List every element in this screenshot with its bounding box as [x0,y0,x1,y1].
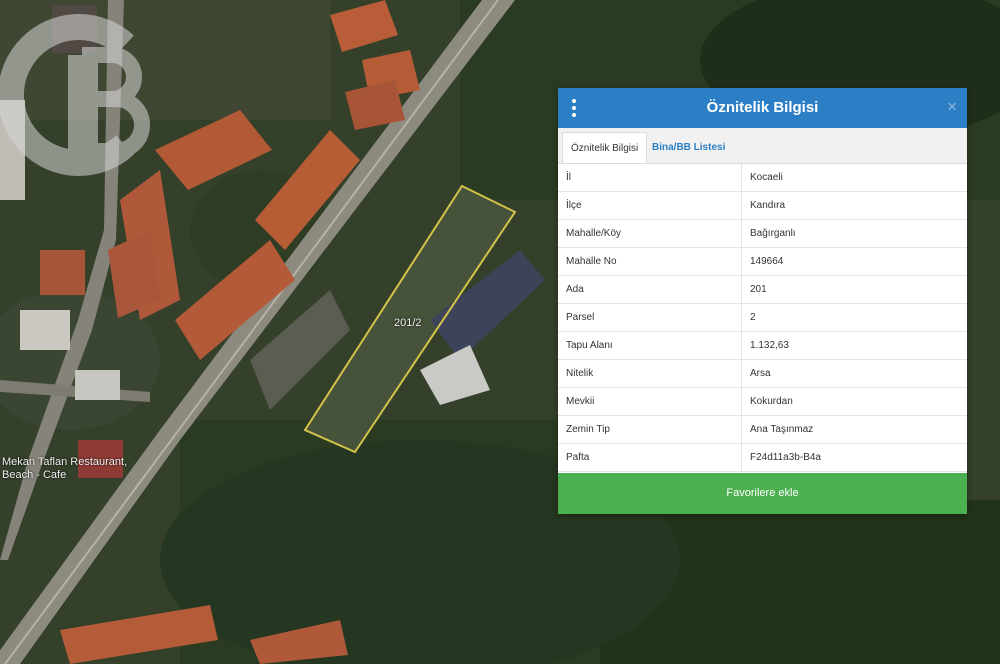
row-key: Ada [558,275,742,304]
add-to-favorites-button[interactable]: Favorilere ekle [558,473,967,514]
table-row: Tapu Alanı 1.132,63 [558,331,967,360]
restaurant-label-line1: Mekan Taflan Restaurant, [2,456,128,468]
parcel-number-label: 201/2 [394,317,422,329]
table-row: Mevkii Kokurdan [558,387,967,416]
restaurant-label: Mekan Taflan Restaurant, Beach - Cafe [2,456,127,482]
cb-watermark-logo [0,14,150,176]
attribute-table: İl Kocaeli İlçe Kandıra Mahalle/Köy Bağırga… [558,164,967,472]
table-row: Parsel 2 [558,303,967,332]
row-key: Tapu Alanı [558,331,742,360]
row-value: 1.132,63 [741,331,967,360]
row-value: Kocaeli [741,164,967,192]
row-key: İlçe [558,191,742,220]
panel-title: Öznitelik Bilgisi [706,99,819,116]
row-value: 149664 [741,247,967,276]
table-row: Mahalle/Köy Bağırganlı [558,219,967,248]
row-value: F24d11a3b-B4a [741,443,967,472]
row-value: 2 [741,303,967,332]
row-value: Ana Taşınmaz [741,415,967,444]
row-key: Zemin Tip [558,415,742,444]
table-row: İlçe Kandıra [558,191,967,220]
row-key: Nitelik [558,359,742,388]
table-row: Zemin Tip Ana Taşınmaz [558,415,967,444]
panel-header: Öznitelik Bilgisi × [558,88,967,128]
row-value: Kandıra [741,191,967,220]
row-key: Mahalle No [558,247,742,276]
tab-building-list[interactable]: Bina/BB Listesi [644,132,733,163]
row-key: Parsel [558,303,742,332]
table-row: Pafta F24d11a3b-B4a [558,443,967,472]
panel-tabs: Öznitelik Bilgisi Bina/BB Listesi [558,128,967,164]
table-row: İl Kocaeli [558,164,967,192]
row-key: İl [558,164,742,192]
attribute-info-panel: Öznitelik Bilgisi × Öznitelik Bilgisi Bi… [558,88,967,514]
row-value: Arsa [741,359,967,388]
close-icon[interactable]: × [947,97,957,117]
row-key: Mevkii [558,387,742,416]
tab-attribute-info[interactable]: Öznitelik Bilgisi [562,132,648,163]
row-key: Pafta [558,443,742,472]
table-row: Ada 201 [558,275,967,304]
row-value: Kokurdan [741,387,967,416]
table-row: Nitelik Arsa [558,359,967,388]
row-value: 201 [741,275,967,304]
restaurant-label-line2: Beach - Cafe [2,469,67,481]
row-key: Mahalle/Köy [558,219,742,248]
row-value: Bağırganlı [741,219,967,248]
table-row: Mahalle No 149664 [558,247,967,276]
